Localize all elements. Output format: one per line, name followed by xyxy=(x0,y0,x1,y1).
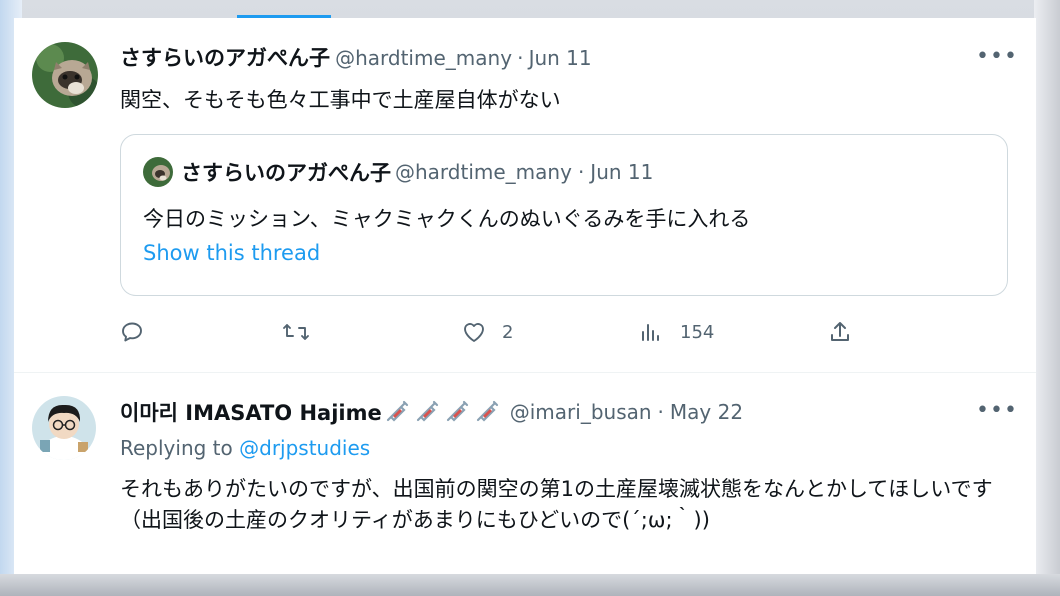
tweet1-header: さすらいのアガぺん子 @hardtime_many · Jun 11 xyxy=(120,42,592,72)
views-count: 154 xyxy=(680,321,715,343)
tweet1-display-name[interactable]: さすらいのアガぺん子 xyxy=(120,46,330,70)
syringe-emoji-icon xyxy=(384,396,412,428)
quoted-tweet-card[interactable]: さすらいのアガぺん子 @hardtime_many · Jun 11 今日のミッ… xyxy=(120,134,1008,296)
replying-to-line: Replying to @drjpstudies xyxy=(120,436,370,460)
syringe-emoji-icon xyxy=(474,396,502,428)
tweet1-action-bar: 2 154 xyxy=(120,320,860,352)
share-icon xyxy=(831,322,849,341)
show-thread-link[interactable]: Show this thread xyxy=(143,241,320,265)
tweet2-more-icon[interactable]: ••• xyxy=(976,398,1018,423)
tweet-divider xyxy=(14,372,1036,373)
tweet2-display-name[interactable]: 이마리 IMASATO Hajime xyxy=(120,397,382,427)
retweet-icon xyxy=(283,324,309,340)
tweet1-separator: · xyxy=(517,46,524,70)
quote-header: さすらいのアガぺん子 @hardtime_many · Jun 11 xyxy=(143,157,653,187)
tweet2-handle[interactable]: @imari_busan xyxy=(510,400,652,424)
views-button[interactable]: 154 xyxy=(638,320,714,344)
replying-to-label: Replying to xyxy=(120,436,233,460)
tweet2-avatar[interactable] xyxy=(32,396,96,460)
background-blur-bottom xyxy=(0,574,1060,596)
reply-icon xyxy=(122,322,142,342)
background-blur-right xyxy=(1034,0,1060,596)
quote-display-name: さすらいのアガぺん子 xyxy=(181,161,391,185)
quote-separator: · xyxy=(577,160,585,184)
replying-to-mention[interactable]: @drjpstudies xyxy=(239,436,370,460)
like-count: 2 xyxy=(502,321,514,343)
quote-text: 今日のミッション、ミャクミャクくんのぬいぐるみを手に入れる xyxy=(143,207,751,231)
syringe-emoji-icon xyxy=(444,396,472,428)
tweet1-text: 関空、そもそも色々工事中で土産屋自体がない xyxy=(120,88,561,112)
heart-icon xyxy=(464,323,484,342)
tweet2-header: 이마리 IMASATO Hajime @imari_busan · May 22 xyxy=(120,396,743,428)
quote-handle: @hardtime_many xyxy=(395,160,572,184)
share-button[interactable] xyxy=(828,320,852,344)
tweet1-handle[interactable]: @hardtime_many xyxy=(335,46,512,70)
tweet2-separator: · xyxy=(657,400,664,424)
quote-avatar xyxy=(143,157,173,187)
tweet1-date[interactable]: Jun 11 xyxy=(529,46,592,70)
quote-date: Jun 11 xyxy=(590,160,654,184)
views-chart-icon xyxy=(642,324,659,341)
tweet2-text: それもありがたいのですが、出国前の関空の第1の土産屋壊滅状態をなんとかしてほしい… xyxy=(120,477,993,532)
tweet1-more-icon[interactable]: ••• xyxy=(976,44,1018,69)
syringe-emoji-icon xyxy=(414,396,442,428)
tweet1-avatar[interactable] xyxy=(32,42,98,108)
retweet-button[interactable] xyxy=(282,320,310,344)
like-button[interactable]: 2 xyxy=(460,320,513,344)
reply-button[interactable] xyxy=(120,320,144,344)
timeline-panel: さすらいのアガぺん子 @hardtime_many · Jun 11 ••• 関… xyxy=(14,18,1036,574)
tweet2-date[interactable]: May 22 xyxy=(670,400,743,424)
